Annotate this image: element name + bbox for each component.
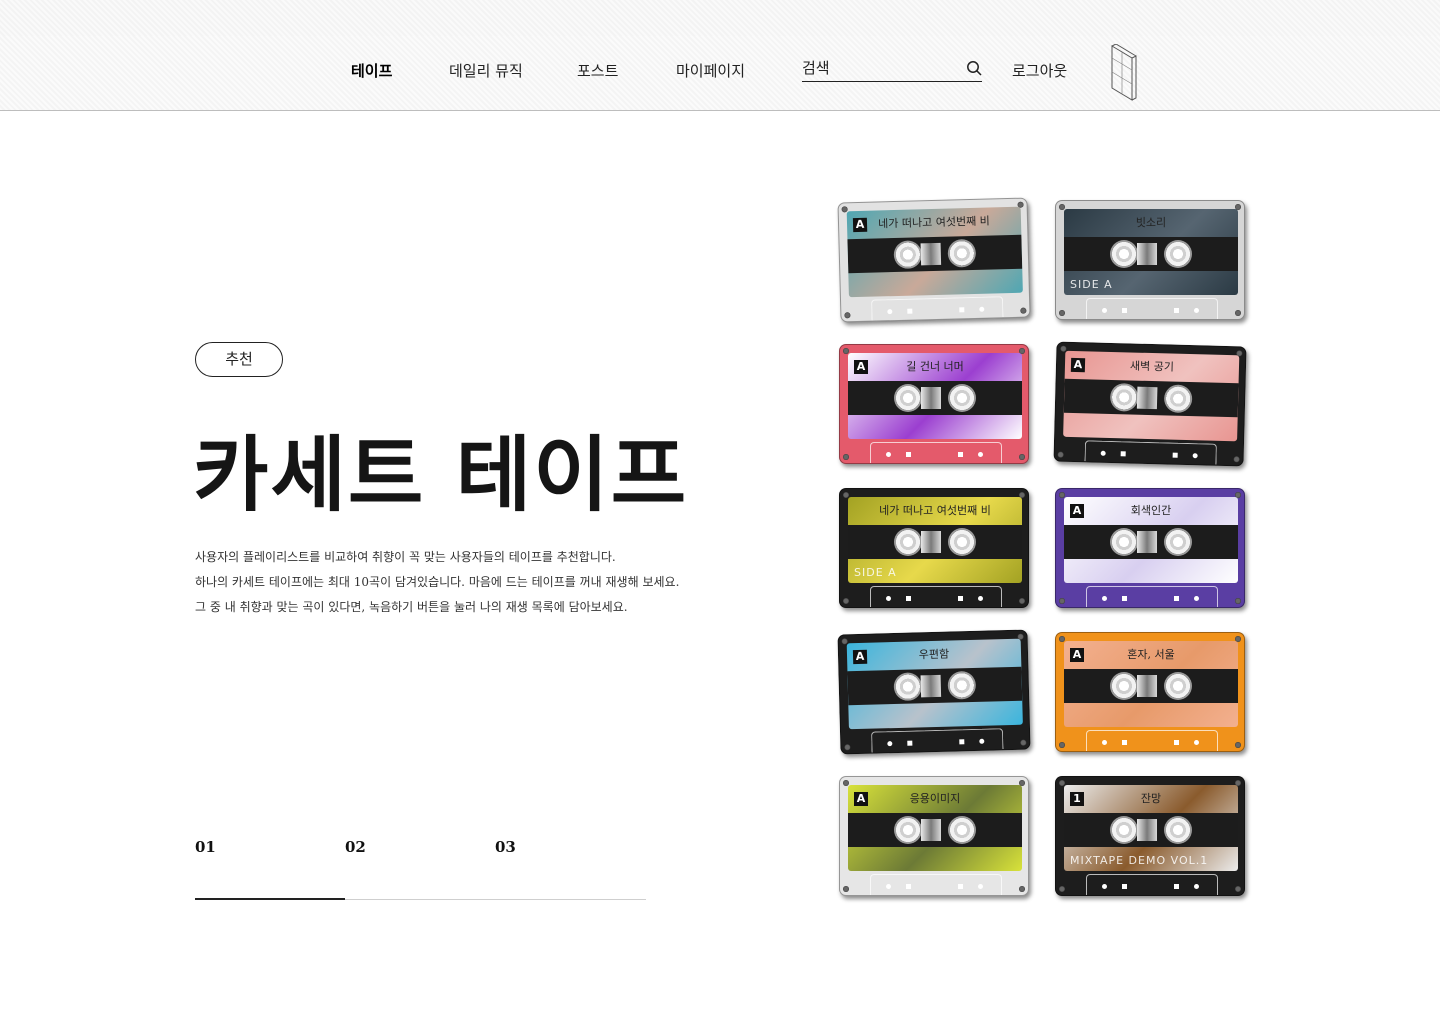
side-letter: 1 xyxy=(1070,792,1084,806)
tape-label: 회색인간 A xyxy=(1064,497,1238,583)
cassette-tape[interactable]: 새벽 공기 A xyxy=(1053,341,1247,467)
reel-window xyxy=(848,813,1022,847)
page-progress-fill xyxy=(195,898,346,900)
search-icon[interactable] xyxy=(966,60,982,76)
reel-window xyxy=(1064,237,1238,271)
reel-icon xyxy=(1164,240,1192,268)
description-line: 그 중 내 취향과 맞는 곡이 있다면, 녹음하기 버튼을 눌러 나의 재생 목… xyxy=(195,600,628,614)
reel-icon xyxy=(1109,382,1139,412)
reel-window xyxy=(848,525,1022,559)
tape-label: 혼자, 서울 A xyxy=(1064,641,1238,727)
top-strip xyxy=(0,0,1440,37)
cassette-tape[interactable]: 네가 떠나고 여섯번째 비 A xyxy=(837,197,1031,323)
cassette-tape[interactable]: 우편함 A xyxy=(837,629,1031,755)
search-input[interactable] xyxy=(802,56,952,77)
reel-icon xyxy=(1110,240,1138,268)
cassette-tape[interactable]: 회색인간 A xyxy=(1055,488,1245,608)
recommend-badge: 추천 xyxy=(195,342,283,377)
reel-icon xyxy=(947,670,977,700)
reel-window xyxy=(1064,525,1238,559)
tape-title: 잔망 xyxy=(1140,792,1162,805)
tape-title: 길 건너 너머 xyxy=(906,360,964,373)
description-line: 사용자의 플레이리스트를 비교하여 취향이 꼭 맞는 사용자들의 테이프를 추천… xyxy=(195,550,616,564)
reel-icon xyxy=(1110,672,1138,700)
tape-title: 회색인간 xyxy=(1130,504,1172,517)
logo-icon[interactable] xyxy=(1108,44,1138,102)
side-letter: A xyxy=(1070,357,1086,373)
side-letter: A xyxy=(1070,648,1084,662)
reel-icon xyxy=(893,240,923,270)
cassette-tape[interactable]: 혼자, 서울 A xyxy=(1055,632,1245,752)
reel-icon xyxy=(1164,672,1192,700)
page-indicator-02[interactable]: 02 xyxy=(345,838,366,856)
cassette-tape[interactable]: 길 건너 너머 A xyxy=(839,344,1029,464)
side-letter: A xyxy=(852,217,868,233)
side-text: SIDE A xyxy=(854,566,897,579)
tape-label: 잔망 1 MIXTAPE DEMO VOL.1 xyxy=(1064,785,1238,871)
reel-icon xyxy=(894,528,922,556)
reel-icon xyxy=(948,528,976,556)
reel-icon xyxy=(894,816,922,844)
logout-button[interactable]: 로그아웃 xyxy=(1012,60,1067,81)
tape-title: 우편함 xyxy=(918,647,950,662)
side-letter: A xyxy=(852,649,868,665)
page-title: 카세트 테이프 xyxy=(193,427,689,523)
tape-title: 네가 떠나고 여섯번째 비 xyxy=(878,214,991,231)
cassette-tape[interactable]: 잔망 1 MIXTAPE DEMO VOL.1 xyxy=(1055,776,1245,896)
reel-icon xyxy=(894,384,922,412)
reel-window xyxy=(848,381,1022,415)
side-letter: A xyxy=(854,360,868,374)
tape-label: 네가 떠나고 여섯번째 비 SIDE A xyxy=(848,497,1022,583)
cassette-tape[interactable]: 빗소리 SIDE A xyxy=(1055,200,1245,320)
reel-window xyxy=(1063,378,1239,418)
reel-icon xyxy=(1164,816,1192,844)
reel-window xyxy=(1064,813,1238,847)
tape-label: 빗소리 SIDE A xyxy=(1064,209,1238,295)
tape-title: 네가 떠나고 여섯번째 비 xyxy=(879,504,991,517)
tape-title: 새벽 공기 xyxy=(1129,359,1175,374)
tape-title: 빗소리 xyxy=(1135,216,1167,229)
reel-icon xyxy=(948,816,976,844)
tape-label: 응용이미지 A xyxy=(848,785,1022,871)
search-box xyxy=(802,56,982,82)
cassette-tape[interactable]: 네가 떠나고 여섯번째 비 SIDE A xyxy=(839,488,1029,608)
nav-item-mypage[interactable]: 마이페이지 xyxy=(676,60,745,81)
tape-label: 우편함 A xyxy=(846,638,1023,730)
tape-label: 네가 떠나고 여섯번째 비 A xyxy=(846,206,1023,298)
page-indicator-01[interactable]: 01 xyxy=(195,838,216,856)
top-navigation: 테이프 데일리 뮤직 포스트 마이페이지 로그아웃 xyxy=(0,36,1440,111)
cassette-tape[interactable]: 응용이미지 A xyxy=(839,776,1029,896)
reel-window xyxy=(1064,669,1238,703)
description-line: 하나의 카세트 테이프에는 최대 10곡이 담겨있습니다. 마음에 드는 테이프… xyxy=(195,575,680,589)
reel-icon xyxy=(893,672,923,702)
reel-icon xyxy=(1164,528,1192,556)
nav-item-daily-music[interactable]: 데일리 뮤직 xyxy=(449,60,523,81)
side-text: SIDE A xyxy=(1070,278,1113,291)
side-text: MIXTAPE DEMO VOL.1 xyxy=(1070,854,1209,867)
reel-window xyxy=(847,666,1023,706)
reel-window xyxy=(847,234,1023,274)
reel-icon xyxy=(1163,384,1193,414)
side-letter: A xyxy=(1070,504,1084,518)
reel-icon xyxy=(947,238,977,268)
tape-title: 응용이미지 xyxy=(909,792,961,805)
nav-item-post[interactable]: 포스트 xyxy=(577,60,618,81)
reel-icon xyxy=(1110,528,1138,556)
side-letter: A xyxy=(854,792,868,806)
nav-item-tape[interactable]: 테이프 xyxy=(351,60,392,81)
reel-icon xyxy=(948,384,976,412)
tape-label: 길 건너 너머 A xyxy=(848,353,1022,439)
reel-icon xyxy=(1110,816,1138,844)
tape-label: 새벽 공기 A xyxy=(1063,350,1240,442)
description: 사용자의 플레이리스트를 비교하여 취향이 꼭 맞는 사용자들의 테이프를 추천… xyxy=(195,545,755,620)
page-indicator-03[interactable]: 03 xyxy=(495,838,516,856)
tape-title: 혼자, 서울 xyxy=(1127,648,1175,661)
